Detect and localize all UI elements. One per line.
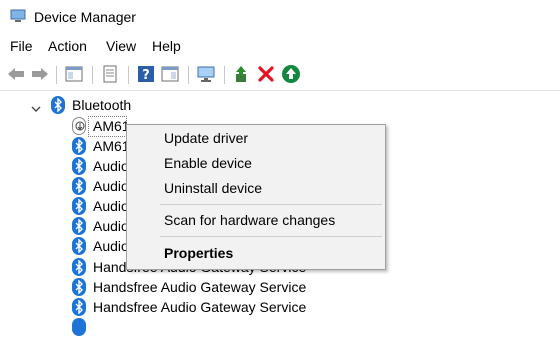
device-label: AM61 — [93, 118, 130, 134]
device-label: Audio — [93, 158, 129, 174]
device-label: Handsfree Audio Gateway Service — [93, 299, 307, 315]
bluetooth-icon — [51, 96, 65, 114]
forward-icon[interactable] — [30, 64, 50, 84]
category-label: Bluetooth — [72, 97, 132, 113]
device-manager-icon — [10, 9, 26, 23]
device-label: Audio — [93, 198, 129, 214]
back-icon[interactable] — [6, 64, 26, 84]
menu-separator — [160, 204, 382, 205]
help-icon[interactable]: ? — [136, 64, 156, 84]
tree-category-bluetooth[interactable]: Bluetooth — [0, 95, 300, 115]
bluetooth-icon — [72, 137, 86, 155]
device-label: Audio — [93, 218, 129, 234]
tree-device-row[interactable] — [0, 317, 100, 337]
toolbar-separator — [128, 66, 129, 84]
bluetooth-icon — [72, 237, 86, 255]
menu-item-scan-hardware[interactable]: Scan for hardware changes — [164, 212, 335, 228]
menu-item-update-driver[interactable]: Update driver — [164, 130, 248, 146]
menu-action[interactable]: Action — [48, 38, 87, 54]
menu-view[interactable]: View — [106, 38, 136, 54]
uninstall-icon[interactable] — [256, 64, 276, 84]
window-title: Device Manager — [34, 9, 136, 25]
bluetooth-icon — [72, 157, 86, 175]
toolbar: ? — [0, 60, 560, 91]
properties-icon[interactable] — [100, 64, 120, 84]
device-label: Handsfree Audio Gateway Service — [93, 279, 307, 295]
toolbar-separator — [188, 66, 189, 84]
chevron-down-icon[interactable] — [31, 99, 41, 112]
svg-text:?: ? — [142, 68, 150, 83]
context-menu: Update driver Enable device Uninstall de… — [126, 124, 386, 270]
menu-separator — [160, 236, 382, 237]
title-bar: Device Manager — [0, 0, 560, 34]
scan-hardware-icon[interactable] — [196, 64, 216, 84]
device-icon-disabled — [72, 117, 86, 135]
menu-item-enable-device[interactable]: Enable device — [164, 155, 252, 171]
toolbar-separator — [224, 66, 225, 84]
toolbar-separator — [56, 66, 57, 84]
bluetooth-icon — [72, 318, 86, 336]
action-pane-icon[interactable] — [160, 64, 180, 84]
bluetooth-icon — [72, 177, 86, 195]
bluetooth-icon — [72, 278, 86, 296]
device-label: Audio — [93, 238, 129, 254]
tree-device-row[interactable]: Handsfree Audio Gateway Service — [0, 297, 320, 317]
show-hide-console-tree-icon[interactable] — [64, 64, 84, 84]
menu-bar: File Action View Help — [0, 35, 560, 57]
bluetooth-icon — [72, 197, 86, 215]
device-label: AM61 — [93, 138, 130, 154]
update-driver-icon[interactable] — [232, 64, 252, 84]
bluetooth-icon — [72, 258, 86, 276]
enable-device-icon[interactable] — [281, 64, 301, 84]
toolbar-separator — [92, 66, 93, 84]
device-label: Audio — [93, 178, 129, 194]
menu-item-uninstall-device[interactable]: Uninstall device — [164, 180, 262, 196]
bluetooth-icon — [72, 298, 86, 316]
bluetooth-icon — [72, 217, 86, 235]
tree-device-row[interactable]: Handsfree Audio Gateway Service — [0, 277, 320, 297]
menu-item-properties[interactable]: Properties — [164, 245, 233, 261]
menu-file[interactable]: File — [10, 38, 33, 54]
menu-help[interactable]: Help — [152, 38, 181, 54]
